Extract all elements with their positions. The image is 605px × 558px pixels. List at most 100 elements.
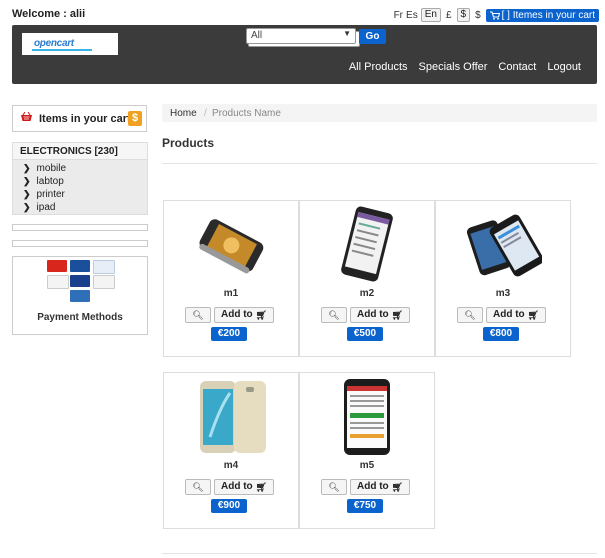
cart-icon [489, 10, 500, 20]
sidebar-empty-box-2 [12, 240, 148, 247]
product-image-m1[interactable] [192, 205, 270, 283]
category-panel: ELECTRONICS [230] ❯ mobile ❯ labtop ❯ print… [12, 142, 148, 215]
go-button[interactable]: Go [359, 29, 386, 44]
add-to-cart-label: Add to [221, 309, 253, 320]
maestro-icon [70, 260, 90, 272]
add-to-cart-label: Add to [357, 309, 389, 320]
add-to-cart-button[interactable]: Add to 🛒︎ [350, 307, 410, 323]
add-to-cart-label: Add to [221, 481, 253, 492]
add-to-cart-button[interactable]: Add to 🛒︎ [214, 479, 274, 495]
category-item-ipad[interactable]: ❯ ipad [23, 202, 55, 213]
price-badge: €750 [347, 499, 383, 513]
top-bar-right: Fr Es En £ $ $ [ ] Itemes in your cart [394, 8, 599, 22]
category-item-printer[interactable]: ❯ printer [23, 189, 65, 200]
product-name[interactable]: m5 [300, 460, 434, 471]
breadcrumb-separator: / [204, 108, 207, 119]
category-item-label: printer [36, 189, 65, 200]
breadcrumb: Home / Products Name [162, 104, 597, 122]
product-name[interactable]: m4 [164, 460, 298, 471]
category-item-label: ipad [36, 202, 56, 213]
product-card-m1: m1 🔍︎ Add to 🛒︎ €200 [163, 200, 299, 357]
add-to-cart-label: Add to [357, 481, 389, 492]
breadcrumb-home[interactable]: Home [170, 108, 197, 119]
cart-icon: 🛒︎ [255, 482, 267, 492]
cart-icon: 🛒︎ [255, 310, 267, 320]
product-card-m4: m4 🔍︎ Add to 🛒︎ €900 [163, 372, 299, 529]
lang-fr[interactable]: Fr [394, 10, 403, 21]
zoom-icon: 🔍︎ [464, 310, 476, 320]
lang-en-button[interactable]: En [420, 8, 441, 22]
mastercard-icon [47, 260, 67, 272]
chevron-right-icon: ❯ [23, 176, 31, 186]
product-card-m5: m5 🔍︎ Add to 🛒︎ €750 [299, 372, 435, 529]
sidebar-cart-label: Items in your cart [39, 113, 131, 125]
cart-icon: 🛒︎ [391, 482, 403, 492]
visa-icon [47, 275, 69, 289]
main-nav: All Products Specials Offer Contact Logo… [349, 61, 581, 73]
logo-text: opencart [34, 38, 74, 49]
product-name[interactable]: m2 [300, 288, 434, 299]
cart-icon: 🛒︎ [391, 310, 403, 320]
bottom-divider [162, 553, 597, 554]
caret-down-icon: ▼ [343, 29, 351, 38]
american-express-icon [70, 290, 90, 302]
category-item-mobile[interactable]: ❯ mobile [23, 163, 66, 174]
product-image-m4[interactable] [192, 377, 270, 455]
category-item-label: mobile [36, 163, 67, 174]
category-panel-header: ELECTRONICS [230] [13, 143, 147, 160]
basket-icon [20, 111, 33, 126]
zoom-button[interactable]: 🔍︎ [321, 307, 347, 323]
category-item-label: labtop [36, 176, 64, 187]
product-name[interactable]: m3 [436, 288, 570, 299]
nav-logout[interactable]: Logout [547, 61, 581, 73]
price-badge: €500 [347, 327, 383, 341]
chevron-right-icon: ❯ [23, 202, 31, 212]
zoom-icon: 🔍︎ [328, 482, 340, 492]
nav-specials-offer[interactable]: Specials Offer [419, 61, 488, 73]
sidebar-empty-box-1 [12, 224, 148, 231]
currency-gbp[interactable]: £ [444, 10, 454, 21]
page-title: Products [162, 136, 215, 150]
zoom-button[interactable]: 🔍︎ [321, 479, 347, 495]
welcome-text: Welcome : alii [12, 8, 86, 20]
zoom-button[interactable]: 🔍︎ [185, 307, 211, 323]
zoom-icon: 🔍︎ [328, 310, 340, 320]
logo-underline [32, 49, 92, 51]
add-to-cart-button[interactable]: Add to 🛒︎ [350, 479, 410, 495]
zoom-icon: 🔍︎ [192, 482, 204, 492]
visa-electron-icon [70, 275, 90, 287]
currency-usd-alt[interactable]: $ [473, 10, 483, 21]
currency-usd-button[interactable]: $ [456, 8, 471, 22]
add-to-cart-button[interactable]: Add to 🛒︎ [214, 307, 274, 323]
price-badge: €800 [483, 327, 519, 341]
product-image-m5[interactable] [328, 377, 406, 455]
add-to-cart-button[interactable]: Add to 🛒︎ [486, 307, 546, 323]
product-name[interactable]: m1 [164, 288, 298, 299]
lang-es[interactable]: Es [406, 10, 418, 21]
add-to-cart-label: Add to [493, 309, 525, 320]
top-cart-button[interactable]: [ ] Itemes in your cart [485, 8, 599, 22]
top-cart-label: [ ] Itemes in your cart [501, 9, 595, 21]
sidebar-cart[interactable]: Items in your cart $ [12, 105, 147, 132]
zoom-button[interactable]: 🔍︎ [457, 307, 483, 323]
category-select[interactable]: All ▼ [246, 28, 356, 44]
product-image-m2[interactable] [328, 205, 406, 283]
breadcrumb-current: Products Name [212, 108, 281, 119]
site-logo[interactable]: opencart [22, 33, 118, 55]
product-image-m3[interactable] [464, 205, 542, 283]
category-item-labtop[interactable]: ❯ labtop [23, 176, 64, 187]
chevron-right-icon: ❯ [23, 189, 31, 199]
product-card-m3: m3 🔍︎ Add to 🛒︎ €800 [435, 200, 571, 357]
paypal-icon [93, 260, 115, 274]
title-divider [162, 163, 597, 164]
chevron-right-icon: ❯ [23, 163, 31, 173]
payment-methods-caption: Payment Methods [37, 312, 123, 323]
nav-all-products[interactable]: All Products [349, 61, 408, 73]
category-title[interactable]: ELECTRONICS [230] [20, 146, 118, 157]
zoom-button[interactable]: 🔍︎ [185, 479, 211, 495]
price-badge: €900 [211, 499, 247, 513]
category-select-value: All [251, 30, 263, 41]
cart-icon: 🛒︎ [527, 310, 539, 320]
nav-contact[interactable]: Contact [498, 61, 536, 73]
zoom-icon: 🔍︎ [192, 310, 204, 320]
